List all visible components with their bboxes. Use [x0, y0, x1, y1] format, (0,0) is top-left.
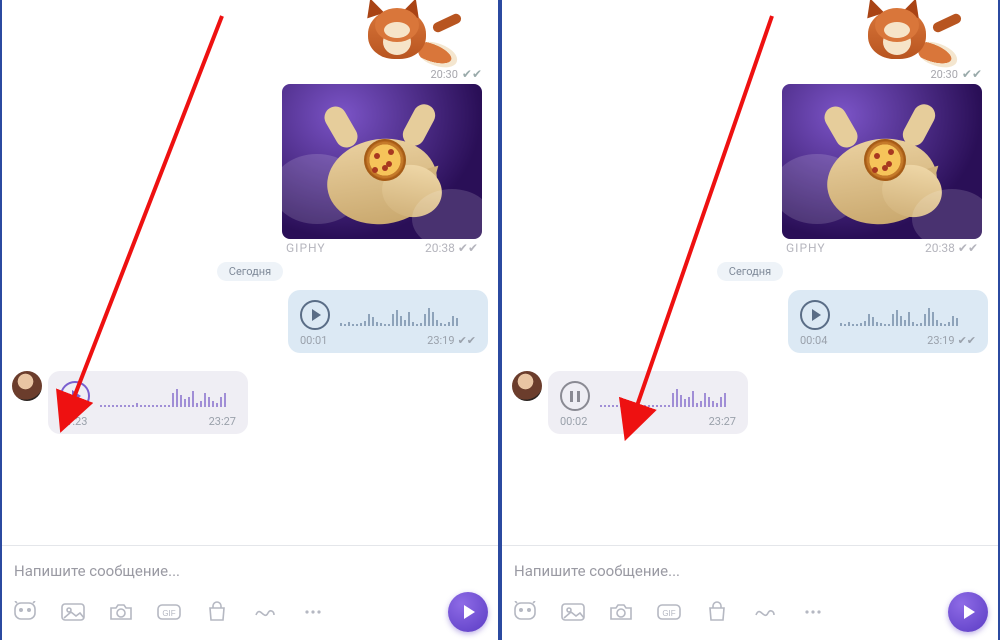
voice-elapsed: 00:01	[300, 334, 327, 347]
read-ticks-icon: ✔✔	[958, 241, 978, 255]
chat-scroll[interactable]: 20:30 ✔✔ GIPHY 20:38 ✔✔	[502, 0, 998, 545]
play-icon[interactable]	[800, 300, 830, 330]
voice-elapsed: 01:23	[60, 415, 87, 428]
message-timestamp: 23:19✔✔	[927, 334, 976, 347]
more-icon[interactable]	[300, 601, 326, 623]
message-input[interactable]: Напишите сообщение...	[12, 556, 488, 592]
message-timestamp: 20:38 ✔✔	[425, 241, 478, 255]
sticker-fox[interactable]	[858, 4, 948, 64]
avatar[interactable]	[512, 371, 542, 401]
message-timestamp: 23:19✔✔	[427, 334, 476, 347]
send-voice-button[interactable]	[948, 592, 988, 632]
play-icon[interactable]	[300, 300, 330, 330]
date-separator: Сегодня	[717, 262, 783, 281]
read-ticks-icon: ✔✔	[962, 67, 982, 81]
message-timestamp: 20:30 ✔✔	[430, 67, 488, 81]
doodle-icon[interactable]	[252, 601, 278, 623]
screenshot-pane: 20:30 ✔✔ GIPHY 20:38 ✔✔	[0, 0, 500, 640]
message-timestamp: 20:30 ✔✔	[930, 67, 988, 81]
avatar[interactable]	[12, 371, 42, 401]
camera-icon[interactable]	[608, 601, 634, 623]
voice-elapsed: 00:02	[560, 415, 587, 428]
chat-scroll[interactable]: 20:30 ✔✔ GIPHY 20:38 ✔✔	[2, 0, 498, 545]
screenshot-pane: 20:30 ✔✔ GIPHY 20:38 ✔✔	[500, 0, 1000, 640]
message-timestamp: 23:27	[709, 415, 736, 428]
gif-icon[interactable]: GIF	[156, 601, 182, 623]
read-ticks-icon: ✔✔	[458, 334, 476, 347]
message-timestamp: 23:27	[209, 415, 236, 428]
svg-text:GIF: GIF	[162, 609, 175, 618]
shop-icon[interactable]	[204, 601, 230, 623]
waveform[interactable]	[100, 385, 226, 407]
sticker-fox[interactable]	[358, 4, 448, 64]
waveform[interactable]	[840, 304, 958, 326]
voice-elapsed: 00:04	[800, 334, 827, 347]
doodle-icon[interactable]	[752, 601, 778, 623]
sticker-icon[interactable]	[512, 601, 538, 623]
message-timestamp: 20:38 ✔✔	[925, 241, 978, 255]
svg-text:GIF: GIF	[662, 609, 675, 618]
message-input[interactable]: Напишите сообщение...	[512, 556, 988, 592]
date-separator: Сегодня	[217, 262, 283, 281]
voice-message-incoming[interactable]: 01:23 23:27	[48, 371, 248, 434]
message-composer: Напишите сообщение... GIF	[2, 545, 498, 640]
more-icon[interactable]	[800, 601, 826, 623]
read-ticks-icon: ✔✔	[458, 241, 478, 255]
play-icon[interactable]	[60, 381, 90, 411]
gif-source-label: GIPHY	[786, 241, 826, 255]
pause-icon[interactable]	[560, 381, 590, 411]
gif-icon[interactable]: GIF	[656, 601, 682, 623]
gif-source-label: GIPHY	[286, 241, 326, 255]
sticker-icon[interactable]	[12, 601, 38, 623]
gif-attachment[interactable]	[282, 84, 482, 239]
waveform[interactable]	[600, 385, 726, 407]
voice-message-incoming[interactable]: 00:02 23:27	[548, 371, 748, 434]
read-ticks-icon: ✔✔	[462, 67, 482, 81]
gallery-icon[interactable]	[60, 601, 86, 623]
waveform[interactable]	[340, 304, 458, 326]
send-voice-button[interactable]	[448, 592, 488, 632]
shop-icon[interactable]	[704, 601, 730, 623]
gallery-icon[interactable]	[560, 601, 586, 623]
camera-icon[interactable]	[108, 601, 134, 623]
message-composer: Напишите сообщение... GIF	[502, 545, 998, 640]
read-ticks-icon: ✔✔	[958, 334, 976, 347]
voice-message-outgoing[interactable]: 00:01 23:19✔✔	[288, 290, 488, 353]
gif-attachment[interactable]	[782, 84, 982, 239]
voice-message-outgoing[interactable]: 00:04 23:19✔✔	[788, 290, 988, 353]
